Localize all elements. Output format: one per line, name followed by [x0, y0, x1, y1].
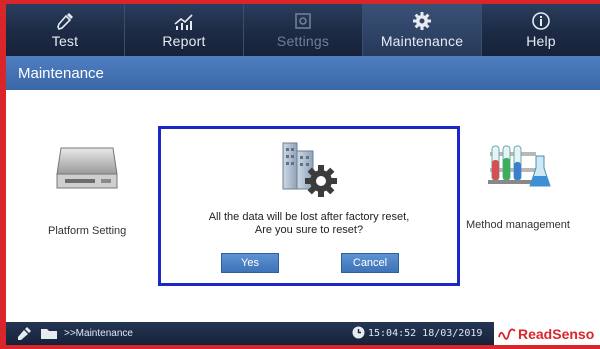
dialog-message: All the data will be lost after factory …: [161, 211, 457, 237]
platform-device-icon: [55, 144, 119, 199]
breadcrumb: >>Maintenance: [64, 328, 133, 339]
folder-icon[interactable]: [40, 327, 58, 343]
info-icon: [531, 11, 551, 31]
status-datetime: 15:04:52 18/03/2019: [368, 328, 483, 339]
platform-setting-tile[interactable]: Platform Setting: [48, 144, 126, 237]
method-management-tile[interactable]: Method management: [466, 138, 570, 231]
tab-settings[interactable]: Settings: [244, 4, 363, 56]
brand-name: ReadSenso: [518, 325, 595, 342]
tab-settings-label: Settings: [276, 33, 330, 49]
tab-test-label: Test: [51, 33, 79, 49]
readsenso-logo-icon: [498, 327, 516, 341]
tab-maintenance[interactable]: Maintenance: [363, 4, 482, 56]
tab-maintenance-label: Maintenance: [380, 33, 464, 49]
brand-logo: ReadSenso: [494, 322, 600, 345]
tab-help-label: Help: [526, 33, 556, 49]
settings-icon: [294, 11, 312, 31]
dialog-message-line2: Are you sure to reset?: [254, 224, 364, 236]
cancel-button[interactable]: Cancel: [341, 253, 399, 273]
report-chart-icon: [173, 11, 195, 31]
pipette-icon: [55, 11, 75, 31]
method-management-label: Method management: [466, 219, 570, 231]
tab-report[interactable]: Report: [125, 4, 244, 56]
page-title: Maintenance: [18, 64, 104, 82]
pipette-status-icon[interactable]: [16, 326, 32, 344]
factory-reset-dialog: All the data will be lost after factory …: [158, 126, 460, 286]
clock-icon: [352, 326, 365, 342]
maintenance-panel: Platform Setting Method management All t…: [6, 90, 600, 318]
test-tubes-icon: [482, 138, 554, 199]
tab-help[interactable]: Help: [482, 4, 600, 56]
section-header: Maintenance: [6, 56, 600, 90]
platform-setting-label: Platform Setting: [48, 225, 127, 237]
gear-icon: [412, 11, 432, 31]
top-tab-bar: Test Report Settings Maintenance Help: [6, 4, 600, 56]
tab-report-label: Report: [162, 33, 206, 49]
dialog-message-line1: All the data will be lost after factory …: [208, 211, 410, 223]
factory-reset-icon: [279, 139, 341, 206]
tab-test[interactable]: Test: [6, 4, 125, 56]
yes-button[interactable]: Yes: [221, 253, 279, 273]
